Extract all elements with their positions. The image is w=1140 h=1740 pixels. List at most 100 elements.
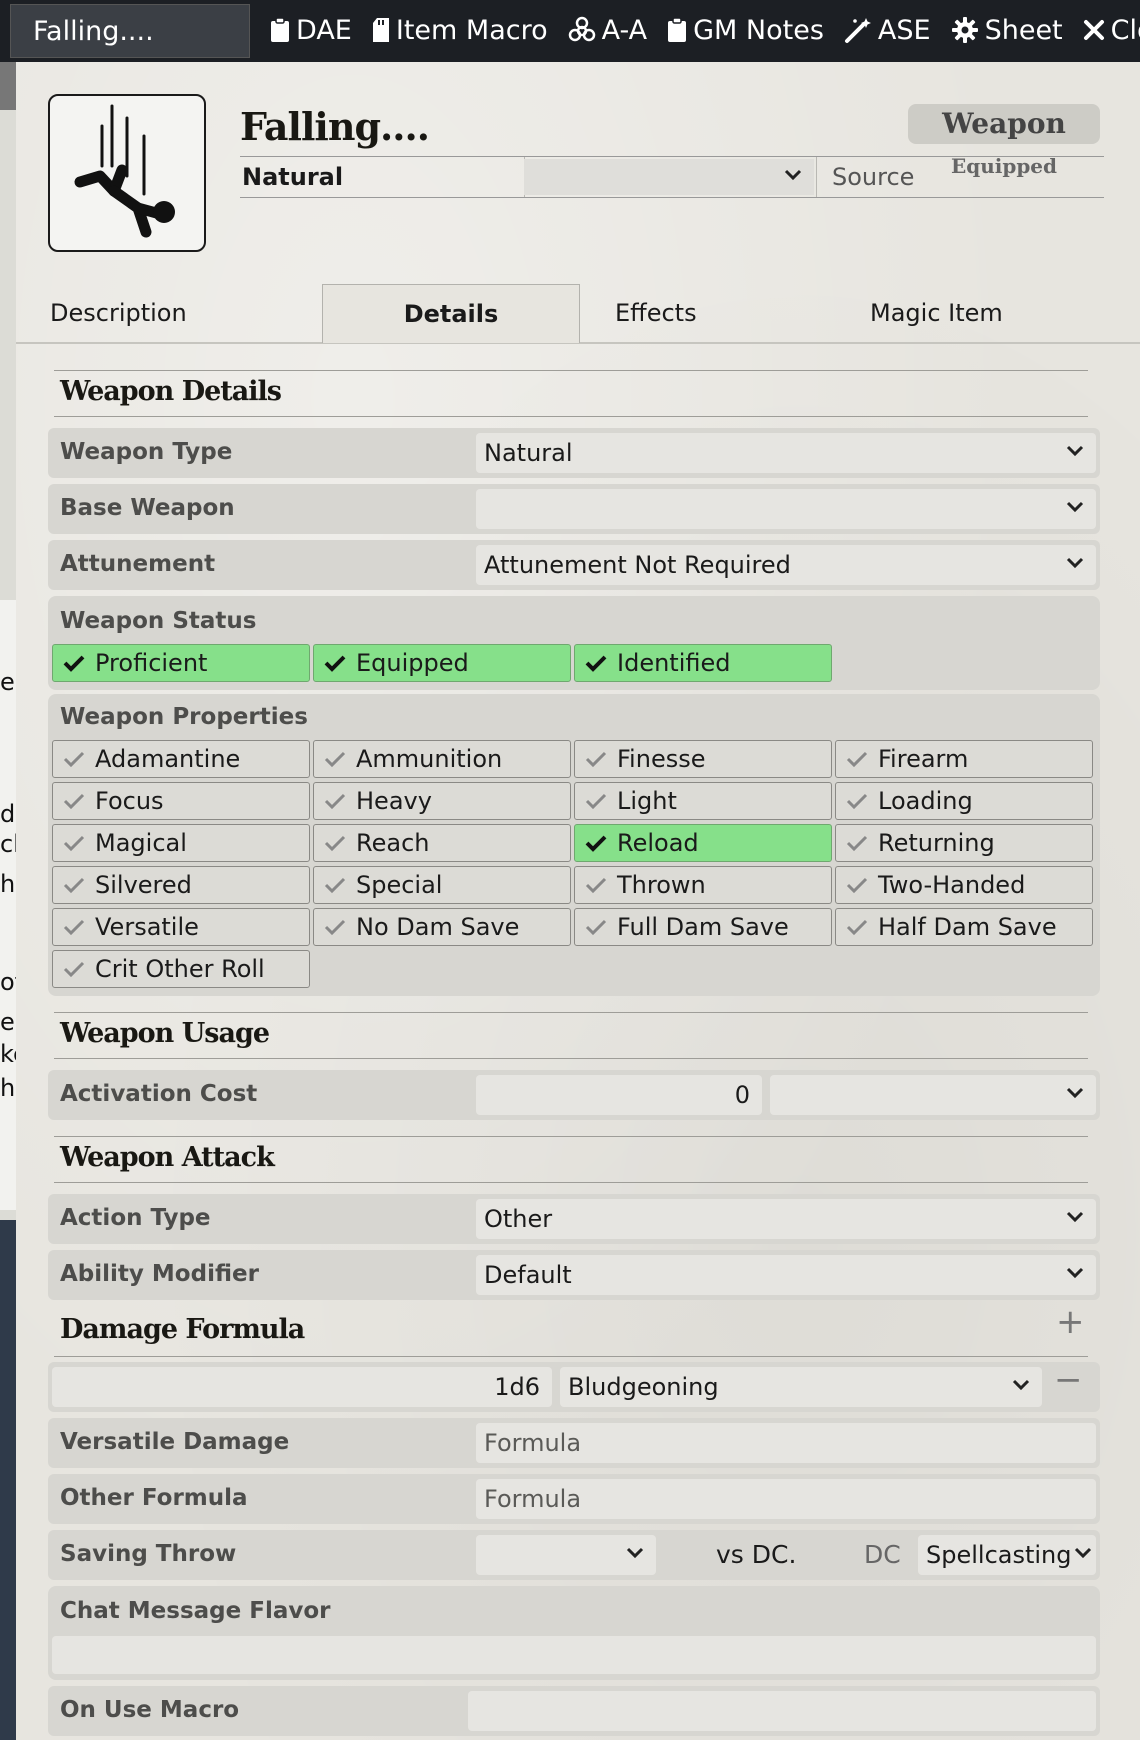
checkbox-label: Reload [617, 829, 699, 857]
checkbox-reach[interactable]: Reach [313, 824, 571, 862]
attunement-value: Attunement Not Required [484, 551, 791, 579]
item-name[interactable]: Falling.... [240, 104, 430, 149]
checkbox-thrown[interactable]: Thrown [574, 866, 832, 904]
a-a-button[interactable]: A-A [568, 15, 647, 46]
damage-type-select[interactable]: Bludgeoning [560, 1367, 1042, 1407]
check-icon [585, 919, 607, 936]
item-macro-button[interactable]: Item Macro [372, 15, 548, 46]
check-icon [846, 835, 868, 852]
check-icon [63, 793, 85, 810]
checkbox-two-handed[interactable]: Two-Handed [835, 866, 1093, 904]
checkbox-crit-other-roll[interactable]: Crit Other Roll [52, 950, 310, 988]
weapon-details-heading: Weapon Details [60, 376, 282, 407]
tab-description[interactable]: Description [50, 284, 187, 340]
weapon-properties-group: Weapon Properties Adamantine Ammunition Fi… [48, 694, 1100, 996]
action-type-label: Action Type [60, 1205, 211, 1231]
on-use-macro-input[interactable] [468, 1691, 1096, 1731]
tab-effects[interactable]: Effects [615, 284, 697, 340]
checkbox-label: Equipped [356, 649, 469, 677]
versatile-damage-input[interactable]: Formula [476, 1423, 1096, 1463]
checkbox-label: Reach [356, 829, 430, 857]
check-icon [585, 835, 607, 852]
check-icon [585, 877, 607, 894]
base-weapon-select[interactable] [476, 489, 1096, 529]
check-icon [846, 751, 868, 768]
checkbox-versatile[interactable]: Versatile [52, 908, 310, 946]
rarity-select[interactable] [524, 159, 814, 195]
biohazard-icon [568, 16, 595, 42]
activation-type-select[interactable] [770, 1075, 1096, 1115]
chat-flavor-input[interactable] [52, 1636, 1096, 1674]
checkbox-label: Identified [617, 649, 731, 677]
action-type-select[interactable]: Other [476, 1199, 1096, 1239]
tab-magic-item[interactable]: Magic Item [870, 284, 1003, 340]
checkbox-light[interactable]: Light [574, 782, 832, 820]
check-icon [63, 835, 85, 852]
activation-cost-input[interactable]: 0 [476, 1075, 762, 1115]
gm-notes-button[interactable]: GM Notes [667, 15, 824, 46]
dc-scaling-select[interactable]: Spellcasting [918, 1535, 1096, 1575]
ase-button[interactable]: ASE [844, 15, 931, 46]
weapon-type-select[interactable]: Natural [476, 433, 1096, 473]
checkbox-heavy[interactable]: Heavy [313, 782, 571, 820]
checkbox-silvered[interactable]: Silvered [52, 866, 310, 904]
damage-type-value: Bludgeoning [568, 1373, 719, 1401]
window-header: Falling.... DAE Item Macro A-A GM Notes … [0, 0, 1140, 62]
checkbox-label: Finesse [617, 745, 706, 773]
damage-formula-input[interactable]: 1d6 [52, 1367, 552, 1407]
close-button[interactable]: Close [1083, 15, 1140, 46]
checkbox-firearm[interactable]: Firearm [835, 740, 1093, 778]
dae-label: DAE [296, 14, 352, 46]
checkbox-focus[interactable]: Focus [52, 782, 310, 820]
checkbox-proficient[interactable]: Proficient [52, 644, 310, 682]
checkbox-special[interactable]: Special [313, 866, 571, 904]
section-divider [54, 1012, 1088, 1013]
item-portrait[interactable] [48, 94, 206, 252]
add-damage-button[interactable]: + [1056, 1302, 1085, 1342]
checkbox-label: Ammunition [356, 745, 503, 773]
chat-flavor-group: Chat Message Flavor [48, 1586, 1100, 1680]
chevron-down-icon [1012, 1379, 1030, 1391]
dae-button[interactable]: DAE [270, 15, 352, 46]
dc-scaling-value: Spellcasting [926, 1541, 1072, 1569]
close-icon [1083, 20, 1104, 40]
window-title-tab[interactable]: Falling.... [10, 4, 250, 58]
chevron-down-icon [1066, 557, 1084, 569]
checkbox-ammunition[interactable]: Ammunition [313, 740, 571, 778]
tab-details[interactable]: Details [322, 284, 580, 343]
attunement-row: Attunement Attunement Not Required [48, 540, 1100, 590]
base-weapon-row: Base Weapon [48, 484, 1100, 534]
check-icon [846, 877, 868, 894]
item-sheet: Falling.... Weapon Equipped Natural Sour… [16, 62, 1140, 1740]
other-formula-input[interactable]: Formula [476, 1479, 1096, 1519]
checkbox-magical[interactable]: Magical [52, 824, 310, 862]
checkbox-equipped[interactable]: Equipped [313, 644, 571, 682]
checkbox-label: Two-Handed [878, 871, 1026, 899]
checkbox-identified[interactable]: Identified [574, 644, 832, 682]
ability-modifier-row: Ability Modifier Default [48, 1250, 1100, 1300]
chevron-down-icon [784, 169, 802, 181]
source-input[interactable]: Source [832, 163, 914, 191]
sd-card-icon [372, 18, 389, 42]
checkbox-returning[interactable]: Returning [835, 824, 1093, 862]
chevron-down-icon [1066, 501, 1084, 513]
on-use-macro-row: On Use Macro [48, 1686, 1100, 1736]
magic-wand-icon [844, 18, 871, 43]
checkbox-half-dam-save[interactable]: Half Dam Save [835, 908, 1093, 946]
section-divider [54, 370, 1088, 371]
item-type-label: Weapon [942, 107, 1066, 140]
checkbox-full-dam-save[interactable]: Full Dam Save [574, 908, 832, 946]
checkbox-no-dam-save[interactable]: No Dam Save [313, 908, 571, 946]
divider [816, 157, 817, 197]
checkbox-finesse[interactable]: Finesse [574, 740, 832, 778]
checkbox-adamantine[interactable]: Adamantine [52, 740, 310, 778]
attunement-select[interactable]: Attunement Not Required [476, 545, 1096, 585]
check-icon [324, 919, 346, 936]
checkbox-loading[interactable]: Loading [835, 782, 1093, 820]
checkbox-label: Focus [95, 787, 164, 815]
remove-damage-button[interactable]: − [1054, 1360, 1083, 1400]
sheet-button[interactable]: Sheet [951, 15, 1063, 46]
saving-throw-ability-select[interactable] [476, 1535, 656, 1575]
checkbox-reload[interactable]: Reload [574, 824, 832, 862]
ability-modifier-select[interactable]: Default [476, 1255, 1096, 1295]
